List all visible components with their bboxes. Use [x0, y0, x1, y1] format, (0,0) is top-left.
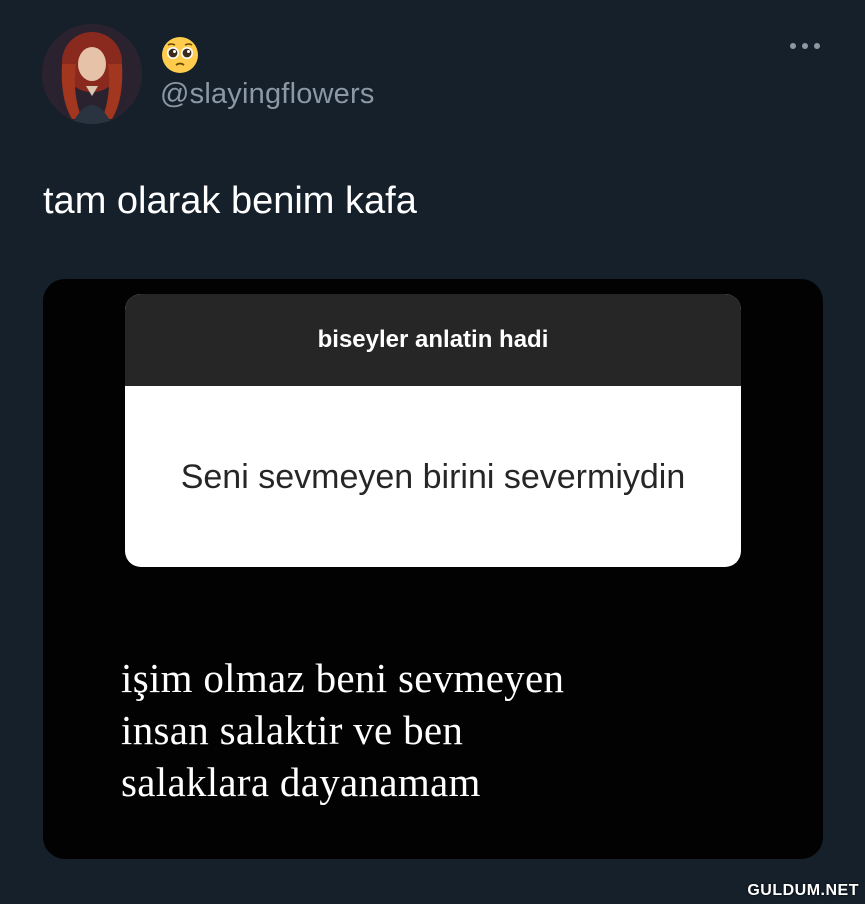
question-text: Seni sevmeyen birini severmiydin	[180, 457, 686, 496]
tweet-media-image[interactable]: biseyler anlatin hadi Seni sevmeyen biri…	[43, 279, 823, 859]
username-handle[interactable]: @slayingflowers	[160, 78, 375, 111]
pleading-face-emoji-icon	[160, 35, 200, 75]
question-header: biseyler anlatin hadi	[125, 294, 741, 386]
tweet-text: tam olarak benim kafa	[43, 180, 417, 222]
answer-line: salaklara dayanamam	[121, 759, 481, 805]
answer-line: işim olmaz beni sevmeyen	[121, 655, 565, 701]
question-sticker: biseyler anlatin hadi Seni sevmeyen biri…	[125, 294, 741, 567]
avatar[interactable]	[42, 24, 142, 124]
site-watermark: GULDUM.NET	[747, 882, 859, 899]
more-options-icon[interactable]	[787, 36, 823, 56]
avatar-image	[42, 24, 142, 124]
answer-line: insan salaktir ve ben	[121, 707, 464, 753]
answer-text: işim olmaz beni sevmeyen insan salaktir …	[121, 652, 681, 808]
